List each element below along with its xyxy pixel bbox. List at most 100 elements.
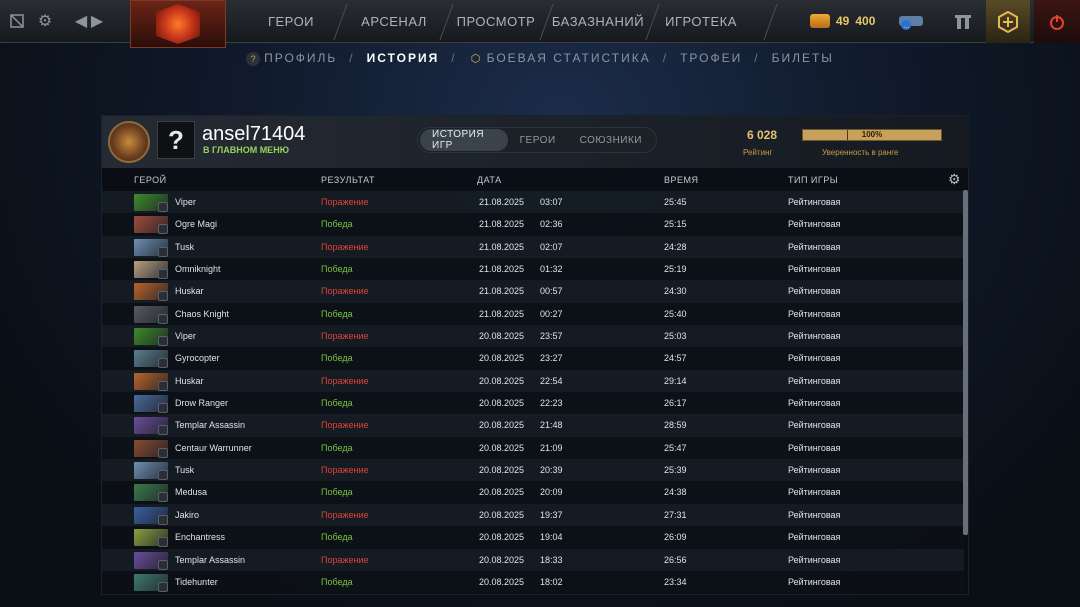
item-badge-icon	[158, 425, 168, 436]
match-date: 20.08.2025	[479, 353, 525, 364]
item-badge-icon	[158, 447, 168, 458]
match-clock: 18:33	[540, 554, 563, 565]
game-type: Рейтинговая	[788, 241, 841, 252]
match-duration: 24:28	[664, 241, 687, 252]
table-row[interactable]: Tidehunter Победа 20.08.2025 18:02 23:34 Рейт…	[102, 570, 964, 594]
col-result[interactable]: РЕЗУЛЬТАТ	[321, 175, 375, 185]
match-clock: 20:09	[540, 487, 563, 498]
table-row[interactable]: Viper Поражение 20.08.2025 23:57 25:03 Рейтин…	[102, 325, 964, 348]
item-badge-icon	[158, 492, 168, 503]
match-clock: 19:37	[540, 509, 563, 520]
currency-b: 400	[855, 14, 876, 28]
match-clock: 00:57	[540, 286, 563, 297]
match-result: Поражение	[321, 197, 369, 207]
currency-display[interactable]: 49 400	[810, 8, 875, 34]
forward-arrow-icon[interactable]: ▶	[86, 10, 108, 32]
tab-match-history[interactable]: ИСТОРИЯ ИГР	[420, 129, 508, 151]
tab-allies[interactable]: СОЮЗНИКИ	[568, 129, 654, 151]
col-time[interactable]: ВРЕМЯ	[664, 175, 699, 185]
gear-icon[interactable]: ⚙	[34, 10, 56, 32]
item-badge-icon	[158, 358, 168, 369]
hero-name: Huskar	[175, 286, 204, 297]
table-row[interactable]: Huskar Поражение 21.08.2025 00:57 24:30 Рейти…	[102, 280, 964, 303]
table-row[interactable]: Drow Ranger Победа 20.08.2025 22:23 26:17 Рей…	[102, 392, 964, 415]
nav-heroes[interactable]: ГЕРОИ	[255, 0, 327, 43]
tab-heroes[interactable]: ГЕРОИ	[508, 129, 568, 151]
game-type: Рейтинговая	[788, 465, 841, 476]
col-game-type[interactable]: ТИП ИГРЫ	[788, 175, 838, 185]
subnav-history[interactable]: ИСТОРИЯ	[367, 51, 440, 65]
item-badge-icon	[158, 246, 168, 257]
table-row[interactable]: Medusa Победа 20.08.2025 20:09 24:38 Рейтинго…	[102, 481, 964, 504]
profile-subnav: ? ПРОФИЛЬ / ИСТОРИЯ / ⬡ БОЕВАЯ СТАТИСТИКА …	[0, 43, 1080, 73]
col-hero[interactable]: ГЕРОЙ	[134, 175, 167, 185]
avatar[interactable]: ?	[157, 121, 195, 159]
hero-name: Jakiro	[175, 509, 200, 520]
nav-separator	[763, 4, 778, 40]
rank-medal-icon[interactable]	[108, 121, 150, 163]
subnav-trophies[interactable]: ТРОФЕИ	[680, 51, 742, 65]
match-duration: 25:39	[664, 465, 687, 476]
match-clock: 23:57	[540, 331, 563, 342]
armory-icon[interactable]	[944, 0, 982, 43]
table-row[interactable]: Gyrocopter Победа 20.08.2025 23:27 24:57 Рейт…	[102, 347, 964, 370]
grid-icon[interactable]	[6, 10, 28, 32]
match-clock: 18:02	[540, 576, 563, 587]
match-result: Поражение	[321, 465, 369, 476]
item-badge-icon	[158, 581, 168, 592]
match-duration: 25:45	[664, 197, 687, 207]
gear-icon[interactable]: ⚙	[948, 171, 961, 188]
table-row[interactable]: Tusk Поражение 20.08.2025 20:39 25:39 Рейтинг…	[102, 459, 964, 482]
table-row[interactable]: Chaos Knight Победа 21.08.2025 00:27 25:40 Ре…	[102, 302, 964, 326]
game-type: Рейтинговая	[788, 487, 841, 498]
subnav-separator: /	[349, 51, 355, 65]
match-result: Поражение	[321, 420, 369, 431]
table-row[interactable]: Omniknight Победа 21.08.2025 01:32 25:19 Рейт…	[102, 258, 964, 281]
table-row[interactable]: Ogre Magi Победа 21.08.2025 02:36 25:15 Рейти…	[102, 213, 964, 236]
match-clock: 20:39	[540, 465, 563, 476]
table-row[interactable]: Tusk Поражение 21.08.2025 02:07 24:28 Рейтинг…	[102, 235, 964, 259]
subnav-separator: /	[451, 51, 457, 65]
table-row[interactable]: Enchantress Победа 20.08.2025 19:04 26:09 Рей…	[102, 526, 964, 549]
match-date: 20.08.2025	[479, 398, 525, 409]
match-result: Победа	[321, 264, 353, 275]
item-badge-icon	[158, 269, 168, 280]
match-date: 20.08.2025	[479, 487, 525, 498]
table-row[interactable]: Viper Поражение 21.08.2025 03:07 25:45 Рейтин…	[102, 191, 964, 214]
match-date: 21.08.2025	[479, 197, 525, 207]
game-type: Рейтинговая	[788, 308, 841, 319]
table-row[interactable]: Huskar Поражение 20.08.2025 22:54 29:14 Рейти…	[102, 369, 964, 393]
subnav-combat-stats[interactable]: ⬡ БОЕВАЯ СТАТИСТИКА	[469, 51, 651, 66]
table-row[interactable]: Jakiro Поражение 20.08.2025 19:37 27:31 Рейти…	[102, 503, 964, 527]
match-date: 21.08.2025	[479, 264, 525, 275]
match-duration: 25:40	[664, 308, 687, 319]
nav-arcade[interactable]: ИГРОТЕКА	[660, 0, 742, 43]
match-duration: 26:56	[664, 554, 687, 565]
power-icon[interactable]	[1034, 0, 1080, 43]
table-row[interactable]: Centaur Warrunner Победа 20.08.2025 21:09 25…	[102, 436, 964, 460]
match-result: Победа	[321, 442, 353, 453]
nav-knowledge-base[interactable]: БАЗАЗНАНИЙ	[550, 0, 646, 43]
plus-hex-icon[interactable]	[986, 0, 1030, 43]
hero-name: Templar Assassin	[175, 554, 246, 565]
player-header: ? ansel71404 В ГЛАВНОМ МЕНЮ ИСТОРИЯ ИГР …	[102, 116, 970, 168]
scrollbar[interactable]	[963, 190, 968, 535]
match-duration: 27:31	[664, 509, 687, 520]
game-type: Рейтинговая	[788, 442, 841, 453]
subnav-profile[interactable]: ? ПРОФИЛЬ	[246, 51, 337, 66]
nav-watch[interactable]: ПРОСМОТР	[452, 0, 540, 43]
match-date: 20.08.2025	[479, 420, 525, 431]
subnav-tickets[interactable]: БИЛЕТЫ	[772, 51, 834, 65]
match-date: 20.08.2025	[479, 576, 525, 587]
dota-logo[interactable]	[130, 0, 226, 48]
hero-name: Tusk	[175, 465, 195, 476]
chat-icon[interactable]: …	[890, 0, 932, 43]
nav-arsenal[interactable]: АРСЕНАЛ	[350, 0, 438, 43]
table-row[interactable]: Templar Assassin Поражение 20.08.2025 18:33…	[102, 548, 964, 571]
item-badge-icon	[158, 470, 168, 481]
confidence-value: 100%	[861, 130, 883, 139]
match-date: 21.08.2025	[479, 241, 525, 252]
table-row[interactable]: Templar Assassin Поражение 20.08.2025 21:48…	[102, 414, 964, 437]
col-date[interactable]: ДАТА	[477, 175, 502, 185]
rank-confidence-bar: 100%	[802, 129, 942, 141]
